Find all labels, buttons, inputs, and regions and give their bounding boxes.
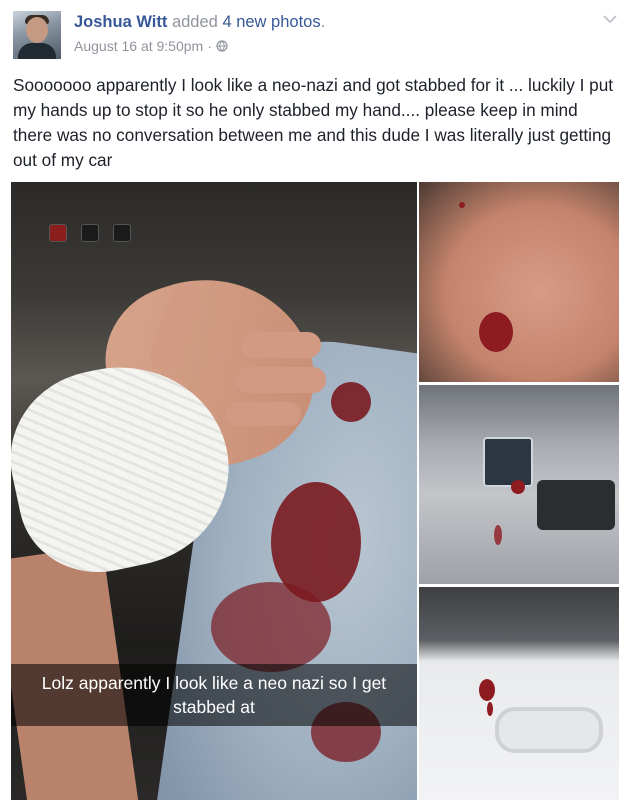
- dash-button-graphic: [81, 224, 99, 242]
- window-switches-graphic: [537, 480, 615, 530]
- door-item-graphic: [483, 437, 533, 487]
- post-meta: August 16 at 9:50pm ·: [74, 38, 228, 54]
- meta-separator: ·: [207, 38, 212, 54]
- snapchat-caption: Lolz apparently I look like a neo nazi s…: [11, 664, 417, 726]
- post-body-text: Sooooooo apparently I look like a neo-na…: [13, 75, 614, 170]
- wound-graphic: [479, 312, 513, 352]
- globe-icon[interactable]: [216, 40, 228, 52]
- avatar-shirt: [18, 43, 56, 59]
- blood-drop: [479, 679, 495, 701]
- photo-car-door-handle[interactable]: [419, 587, 619, 800]
- photo-main[interactable]: Lolz apparently I look like a neo nazi s…: [11, 182, 417, 800]
- blood-drop: [487, 702, 493, 716]
- dashboard-buttons: [49, 224, 131, 242]
- door-handle-graphic: [495, 707, 603, 753]
- blood-drop: [459, 202, 465, 208]
- finger-graphic: [241, 332, 321, 358]
- avatar-face: [26, 17, 48, 43]
- photo-palm-wound[interactable]: [419, 182, 619, 382]
- blood-drop: [494, 525, 502, 545]
- timestamp-link[interactable]: August 16 at 9:50pm: [74, 38, 203, 54]
- author-avatar[interactable]: [13, 11, 61, 59]
- hazard-button-graphic: [49, 224, 67, 242]
- finger-graphic: [236, 367, 326, 393]
- dash-button-graphic: [113, 224, 131, 242]
- blood-drop: [511, 480, 525, 494]
- blood-stain: [331, 382, 371, 422]
- photo-car-door-panel[interactable]: [419, 385, 619, 584]
- blood-stain: [211, 582, 331, 672]
- chevron-down-icon[interactable]: [603, 14, 617, 24]
- finger-graphic: [226, 402, 301, 426]
- photo-count-link[interactable]: 4 new photos: [222, 13, 320, 31]
- action-text: added: [171, 13, 218, 31]
- action-suffix: .: [320, 13, 326, 31]
- author-name-link[interactable]: Joshua Witt: [74, 13, 167, 31]
- post-header-line: Joshua Witt added 4 new photos.: [74, 13, 325, 32]
